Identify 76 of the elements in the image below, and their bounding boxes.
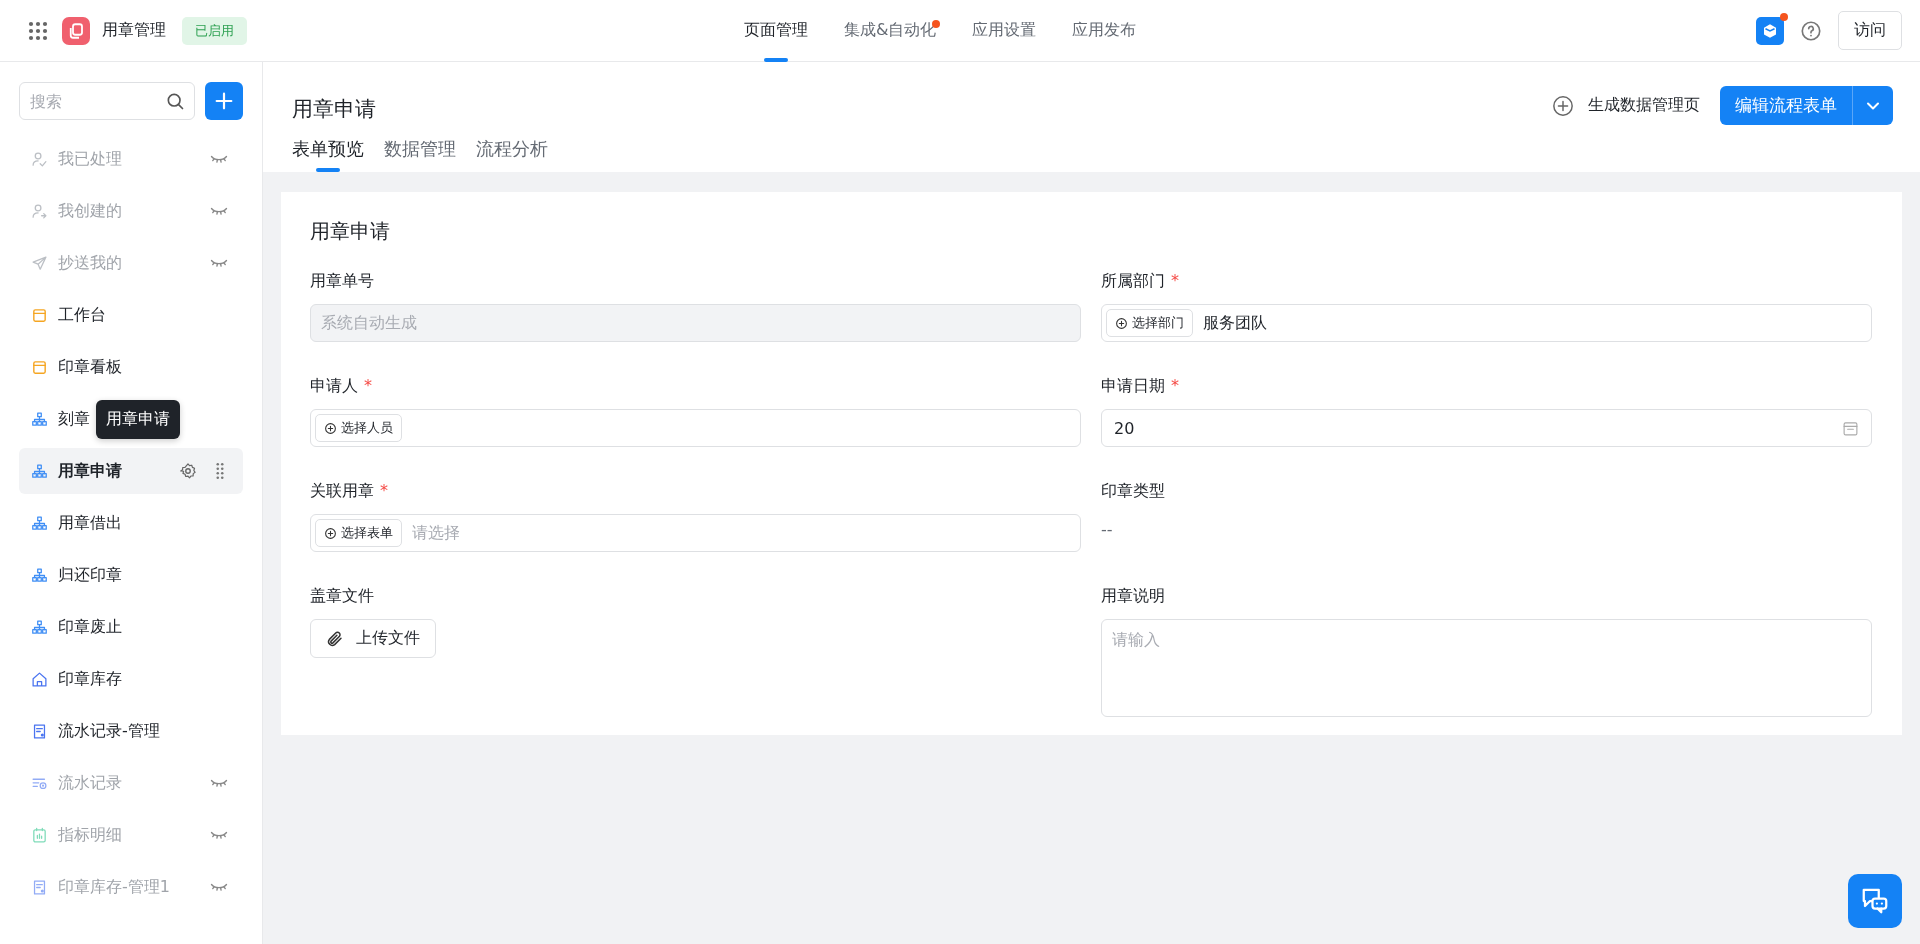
field-value: 20 [1114, 418, 1135, 438]
page-title: 用章申请 [292, 95, 376, 123]
select-button[interactable]: 选择表单 [315, 519, 402, 547]
nav-tab[interactable]: 集成&自动化 [826, 0, 955, 62]
user-arrow-icon [31, 202, 48, 220]
visit-button[interactable]: 访问 [1838, 11, 1902, 50]
nav-tab[interactable]: 应用发布 [1054, 0, 1155, 62]
picker-field[interactable]: 选择部门 服务团队 [1101, 304, 1872, 342]
field-label: 印章类型 [1101, 481, 1165, 502]
page-tab[interactable]: 数据管理 [384, 133, 456, 172]
field-label: 用章单号 [310, 271, 374, 292]
page-tab[interactable]: 表单预览 [292, 133, 364, 172]
search-icon[interactable] [165, 91, 185, 111]
search-field[interactable]: 搜索 [19, 82, 195, 120]
gear-icon[interactable] [179, 462, 197, 480]
field-label: 申请日期 [1101, 376, 1165, 397]
app-name: 用章管理 [102, 20, 166, 41]
house-icon [31, 670, 48, 688]
flowchart-icon [31, 566, 48, 584]
plus-circle-icon [1115, 316, 1128, 330]
paper-plane-icon [31, 254, 48, 272]
user-check-icon [31, 150, 48, 168]
date-field[interactable]: 20 [1101, 409, 1872, 447]
tooltip: 用章申请 [96, 400, 180, 439]
sidebar-item[interactable]: 刻章 [58, 408, 90, 428]
field-label: 所属部门 [1101, 271, 1165, 292]
chat-bubbles-icon [1860, 886, 1890, 916]
app-logo-icon [62, 16, 90, 45]
document-icon [31, 878, 48, 896]
plus-circle-icon [324, 421, 337, 435]
flowchart-icon [31, 514, 48, 532]
plus-circle-icon [1552, 94, 1574, 117]
window-icon [31, 306, 48, 324]
required-mark: * [380, 481, 388, 502]
picker-field[interactable]: 选择人员 [310, 409, 1081, 447]
field-label: 关联用章 [310, 481, 374, 502]
sidebar-item[interactable]: 用章申请 [58, 460, 122, 480]
form-title: 用章申请 [310, 218, 391, 245]
required-mark: * [1171, 271, 1179, 292]
upload-button[interactable]: 上传文件 [310, 619, 436, 658]
sidebar-item[interactable]: 工作台 [58, 304, 106, 324]
required-mark: * [1171, 376, 1179, 397]
calendar-icon[interactable] [1842, 419, 1859, 437]
field-value: 服务团队 [1203, 312, 1267, 334]
flowchart-icon [31, 410, 48, 428]
nav-tab[interactable]: 页面管理 [726, 0, 826, 62]
window-icon [31, 358, 48, 376]
sidebar-item[interactable]: 流水记录-管理 [58, 720, 160, 740]
select-button[interactable]: 选择部门 [1106, 309, 1193, 337]
required-mark: * [364, 376, 372, 397]
sidebar-item[interactable]: 归还印章 [58, 564, 122, 584]
chart-icon [31, 826, 48, 844]
picker-field[interactable]: 选择表单 请选择 [310, 514, 1081, 552]
paperclip-icon [326, 629, 344, 648]
add-button[interactable] [205, 82, 243, 120]
field-label: 盖章文件 [310, 586, 374, 607]
flowchart-icon [31, 618, 48, 636]
field-label: 申请人 [310, 376, 358, 397]
chat-button[interactable] [1848, 874, 1902, 928]
generate-page-button[interactable]: 生成数据管理页 [1546, 93, 1706, 118]
placeholder-text: 请选择 [412, 522, 460, 544]
field-value: -- [1101, 519, 1114, 539]
page-tab[interactable]: 流程分析 [476, 133, 548, 172]
sidebar-item[interactable]: 用章借出 [58, 512, 122, 532]
sidebar-item[interactable]: 印章废止 [58, 616, 122, 636]
flowchart-icon [31, 462, 48, 480]
help-icon[interactable] [1800, 19, 1822, 42]
field-label: 用章说明 [1101, 586, 1165, 607]
plus-circle-icon [324, 526, 337, 540]
document-icon [31, 722, 48, 740]
plus-icon [213, 90, 235, 112]
status-badge: 已启用 [182, 16, 247, 45]
nav-tab[interactable]: 应用设置 [954, 0, 1055, 62]
sidebar-item[interactable]: 印章看板 [58, 356, 122, 376]
select-button[interactable]: 选择人员 [315, 414, 402, 442]
sidebar-item[interactable]: 印章库存 [58, 668, 122, 688]
